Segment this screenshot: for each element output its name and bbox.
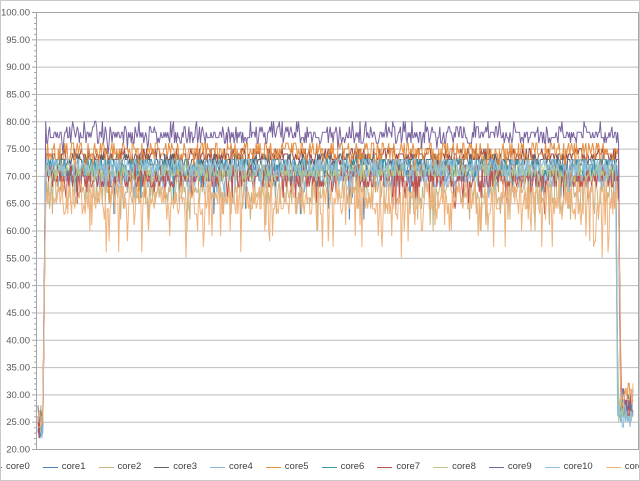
legend-label: core4 xyxy=(229,462,253,472)
y-axis-tick-label: 30.00 xyxy=(6,390,30,401)
legend-swatch xyxy=(210,467,225,468)
legend-swatch xyxy=(154,467,169,468)
legend-label: core0 xyxy=(6,462,30,472)
y-axis-tick-label: 60.00 xyxy=(6,226,30,237)
series-core7-line xyxy=(38,165,633,438)
legend-label: core8 xyxy=(452,462,476,472)
legend-swatch xyxy=(377,467,392,468)
y-axis-tick-label: 55.00 xyxy=(6,253,30,264)
chart-legend: core0 core1 core2 core3 core4 core5 core6 core7… xyxy=(1,459,639,475)
gridlines xyxy=(36,13,638,450)
y-axis-tick-label: 100.00 xyxy=(1,8,30,19)
y-axis-tick-label: 80.00 xyxy=(6,117,30,128)
legend-item-core8: core8 xyxy=(433,462,476,472)
series-core11-line xyxy=(38,181,633,427)
y-axis-ticks xyxy=(32,13,36,450)
legend-label: core11 xyxy=(625,462,640,472)
legend-label: core1 xyxy=(62,462,86,472)
legend-swatch xyxy=(99,467,114,468)
legend-item-core6: core6 xyxy=(322,462,365,472)
y-axis-labels: 100.00 95.00 90.00 85.00 80.00 75.00 70.00 65.0… xyxy=(1,8,30,456)
legend-label: core6 xyxy=(341,462,365,472)
y-axis-tick-label: 90.00 xyxy=(6,62,30,73)
y-axis-tick-label: 45.00 xyxy=(6,308,30,319)
legend-label: core10 xyxy=(564,462,593,472)
legend-swatch xyxy=(606,467,621,468)
y-axis-tick-label: 35.00 xyxy=(6,363,30,374)
y-axis-tick-label: 70.00 xyxy=(6,171,30,182)
legend-item-core1: core1 xyxy=(43,462,86,472)
legend-item-core11: core11 xyxy=(606,462,640,472)
legend-item-core4: core4 xyxy=(210,462,253,472)
legend-swatch xyxy=(545,467,560,468)
legend-item-core9: core9 xyxy=(489,462,532,472)
legend-label: core3 xyxy=(173,462,197,472)
y-axis-tick-label: 25.00 xyxy=(6,417,30,428)
series-core2-line xyxy=(38,176,633,422)
legend-item-core5: core5 xyxy=(266,462,309,472)
y-axis-tick-label: 75.00 xyxy=(6,144,30,155)
legend-item-core2: core2 xyxy=(99,462,142,472)
legend-item-core0: core0 xyxy=(0,462,30,472)
legend-item-core10: core10 xyxy=(545,462,593,472)
legend-swatch xyxy=(433,467,448,468)
legend-swatch xyxy=(266,467,281,468)
legend-label: core5 xyxy=(285,462,309,472)
chart-canvas: 100.00 95.00 90.00 85.00 80.00 75.00 70.00 65.0… xyxy=(0,0,640,481)
y-axis-tick-label: 85.00 xyxy=(6,89,30,100)
legend-swatch xyxy=(322,467,337,468)
y-axis-tick-label: 40.00 xyxy=(6,335,30,346)
legend-item-core7: core7 xyxy=(377,462,420,472)
legend-label: core7 xyxy=(396,462,420,472)
legend-label: core2 xyxy=(118,462,142,472)
line-chart: 100.00 95.00 90.00 85.00 80.00 75.00 70.00 65.0… xyxy=(1,1,640,481)
y-axis-tick-label: 20.00 xyxy=(6,445,30,456)
legend-label: core9 xyxy=(508,462,532,472)
legend-swatch xyxy=(489,467,504,468)
y-axis-tick-label: 50.00 xyxy=(6,281,30,292)
legend-swatch xyxy=(0,467,2,468)
y-axis-tick-label: 65.00 xyxy=(6,199,30,210)
y-axis-tick-label: 95.00 xyxy=(6,35,30,46)
series-core1-line xyxy=(38,165,633,438)
legend-swatch xyxy=(43,467,58,468)
legend-item-core3: core3 xyxy=(154,462,197,472)
